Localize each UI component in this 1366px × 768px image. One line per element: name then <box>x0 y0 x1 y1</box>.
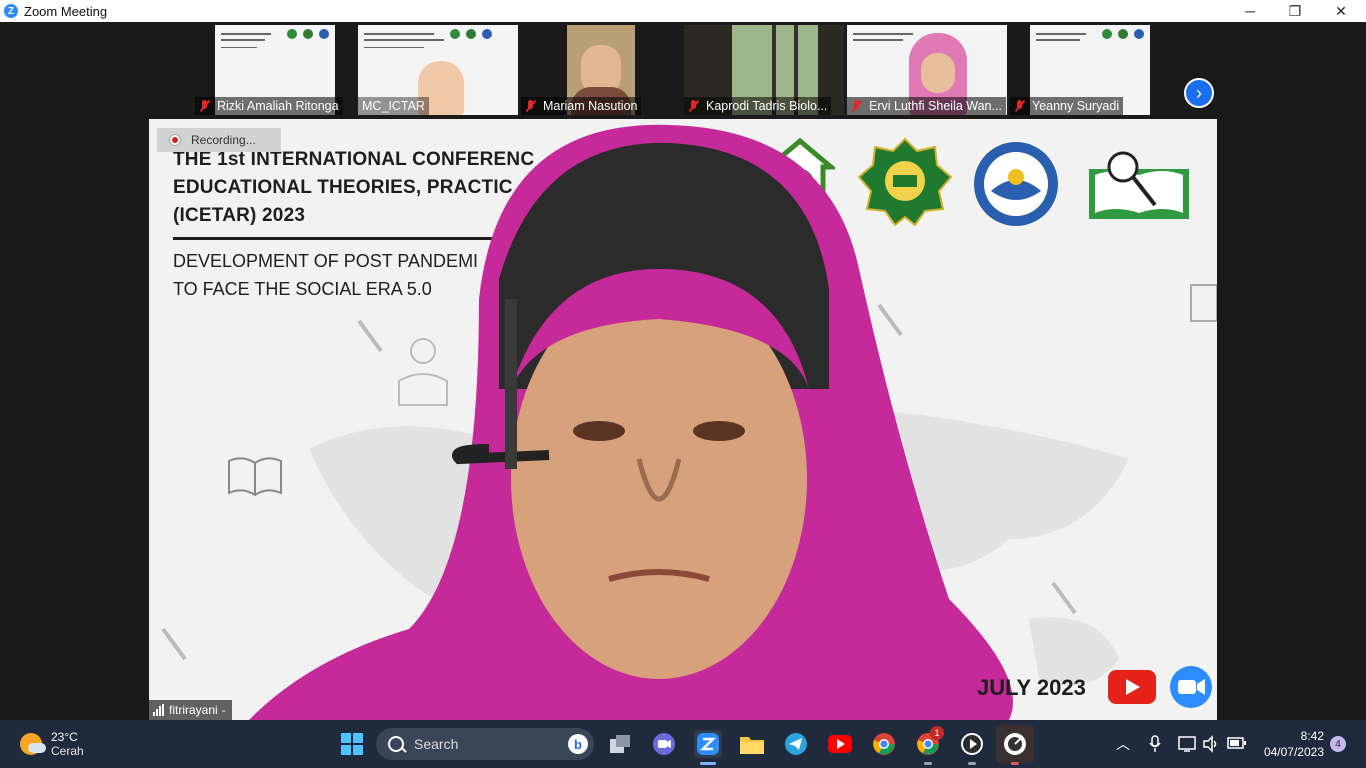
taskbar-search[interactable]: Search b <box>376 728 594 760</box>
zoom-running-indicator <box>700 762 716 765</box>
participant-tile[interactable]: MC_ICTAR <box>358 25 518 115</box>
participant-name: Kaprodi Tadris Biolo... <box>706 99 828 113</box>
search-label: Search <box>414 736 459 752</box>
mic-muted-icon <box>1014 100 1026 112</box>
speaker-video-feed <box>249 124 1013 720</box>
weather-widget[interactable]: 23°C Cerah <box>20 730 84 758</box>
signal-strength-icon <box>153 704 164 716</box>
zoom-app-icon <box>697 733 719 755</box>
participant-label: Mariam Nasution <box>521 97 642 115</box>
speaker-name: fitrirayani <box>169 703 218 717</box>
network-icon[interactable] <box>1178 735 1198 753</box>
play-circle-icon <box>961 733 983 755</box>
youtube-icon <box>828 735 852 753</box>
mic-muted-icon <box>525 100 537 112</box>
slide-date-text: JULY 2023 <box>977 675 1086 700</box>
mic-muted-icon <box>688 100 700 112</box>
clock-time: 8:42 <box>1300 729 1324 743</box>
book-icon <box>1190 284 1217 322</box>
participant-label: Ervi Luthfi Sheila Wan... <box>847 97 1006 115</box>
minimize-button[interactable]: ─ <box>1227 0 1273 22</box>
recorder-running-indicator <box>1011 762 1019 765</box>
active-speaker-video: THE 1st INTERNATIONAL CONFERENC EDUCATIO… <box>149 119 1217 720</box>
zoom-taskbar-button[interactable] <box>694 730 722 758</box>
participant-name: MC_ICTAR <box>362 99 425 113</box>
mic-muted-icon <box>199 100 211 112</box>
participant-label: MC_ICTAR <box>358 97 429 115</box>
media-running-indicator <box>968 762 976 765</box>
chevron-right-icon: › <box>1196 82 1202 103</box>
participant-label: Rizki Amaliah Ritonga <box>195 97 343 115</box>
windows-taskbar: 23°C Cerah Search b 1 ︿ 8:42 04/07/2023 … <box>0 720 1366 768</box>
participant-tile[interactable]: Mariam Nasution <box>521 25 681 115</box>
participant-name: Ervi Luthfi Sheila Wan... <box>869 99 1002 113</box>
system-clock[interactable]: 8:42 04/07/2023 <box>1258 728 1324 760</box>
title-bar: Z Zoom Meeting ─ ❐ ✕ <box>0 0 1366 22</box>
speaker-name-suffix: - <box>221 703 226 717</box>
folder-icon <box>740 737 764 754</box>
search-icon <box>388 736 404 752</box>
window-title: Zoom Meeting <box>24 3 108 19</box>
close-button[interactable]: ✕ <box>1318 0 1364 22</box>
show-hidden-icons-button[interactable]: ︿ <box>1116 734 1130 754</box>
windows-logo-icon <box>341 733 363 755</box>
mic-muted-icon <box>851 100 863 112</box>
participant-name: Rizki Amaliah Ritonga <box>217 99 339 113</box>
meet-app-button[interactable] <box>650 730 678 758</box>
participant-tile[interactable]: Rizki Amaliah Ritonga <box>195 25 355 115</box>
recording-icon <box>169 134 181 146</box>
bing-icon: b <box>568 734 588 754</box>
speaker-name-tag: fitrirayani - <box>149 700 232 720</box>
participant-tile[interactable]: Kaprodi Tadris Biolo... <box>684 25 844 115</box>
zoom-logo-icon: Z <box>4 4 18 18</box>
recording-indicator[interactable]: Recording... <box>157 128 281 152</box>
recording-label: Recording... <box>191 133 256 147</box>
chrome-profile-button[interactable]: 1 <box>914 726 944 758</box>
file-explorer-button[interactable] <box>738 730 766 758</box>
restore-button[interactable]: ❐ <box>1272 0 1318 22</box>
task-view-button[interactable] <box>606 730 634 758</box>
telegram-icon <box>785 733 807 755</box>
gallery-next-button[interactable]: › <box>1184 78 1214 108</box>
participant-name: Yeanny Suryadi <box>1032 99 1120 113</box>
weather-condition: Cerah <box>51 744 84 758</box>
video-chat-icon <box>653 733 675 755</box>
participant-label: Yeanny Suryadi <box>1010 97 1124 115</box>
start-button[interactable] <box>338 730 366 758</box>
chrome-running-indicator <box>924 762 932 765</box>
pencil-icon <box>161 627 187 661</box>
weather-temperature: 23°C <box>51 730 78 744</box>
zoom-logo-icon <box>1170 666 1212 708</box>
chevron-up-icon: ︿ <box>1116 736 1130 752</box>
partly-cloudy-icon <box>20 733 46 755</box>
participant-tile[interactable]: Yeanny Suryadi <box>1010 25 1170 115</box>
chrome-icon <box>873 733 895 755</box>
chrome-notification-badge: 1 <box>930 726 944 740</box>
youtube-button[interactable] <box>826 730 854 758</box>
participant-label: Kaprodi Tadris Biolo... <box>684 97 832 115</box>
participant-name: Mariam Nasution <box>543 99 638 113</box>
clock-date: 04/07/2023 <box>1263 745 1324 759</box>
telegram-button[interactable] <box>782 730 810 758</box>
participant-gallery: Rizki Amaliah Ritonga MC_ICTAR Mariam Na… <box>0 22 1366 118</box>
battery-icon[interactable] <box>1227 737 1247 749</box>
chrome-button[interactable] <box>870 730 898 758</box>
youtube-logo-icon <box>1108 670 1156 704</box>
volume-icon[interactable] <box>1202 735 1220 753</box>
task-view-icon <box>610 735 630 753</box>
microphone-icon[interactable] <box>1148 735 1162 753</box>
participant-tile[interactable]: Ervi Luthfi Sheila Wan... <box>847 25 1007 115</box>
media-player-button[interactable] <box>958 730 986 758</box>
notification-count-badge[interactable]: 4 <box>1330 736 1346 752</box>
screen-recorder-button[interactable] <box>996 725 1034 763</box>
recorder-icon <box>1004 733 1026 755</box>
